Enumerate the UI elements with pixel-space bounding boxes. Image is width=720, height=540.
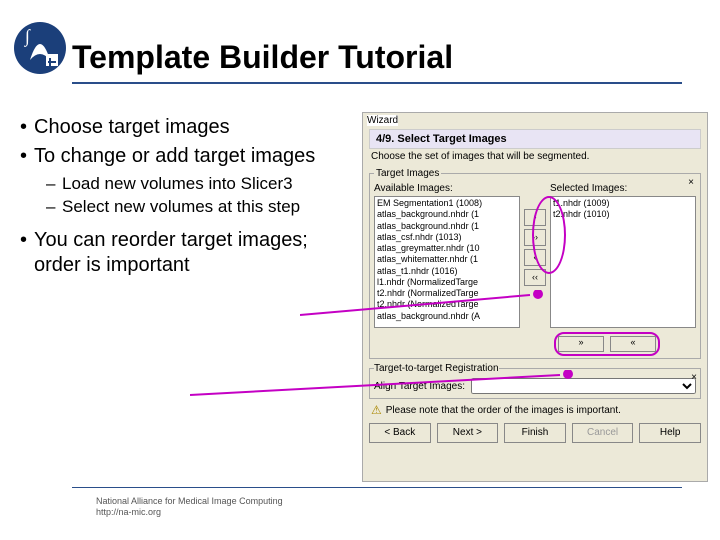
list-item[interactable]: t2.nhdr (NormalizedTarge xyxy=(377,288,517,299)
bullet-2a: Load new volumes into Slicer3 xyxy=(62,173,293,194)
available-list[interactable]: EM Segmentation1 (1008) atlas_background… xyxy=(374,196,520,328)
list-item[interactable]: atlas_t1.nhdr (1016) xyxy=(377,266,517,277)
list-item[interactable]: atlas_greymatter.nhdr (10 xyxy=(377,243,517,254)
footer-url: http://na-mic.org xyxy=(96,507,283,518)
move-down-button[interactable]: « xyxy=(610,336,656,352)
list-item[interactable]: t1.nhdr (1009) xyxy=(553,198,693,209)
align-label: Align Target Images: xyxy=(374,381,465,392)
footer: National Alliance for Medical Image Comp… xyxy=(96,496,283,519)
back-button[interactable]: < Back xyxy=(369,423,431,443)
selected-list[interactable]: t1.nhdr (1009) t2.nhdr (1010) xyxy=(550,196,696,328)
wizard-window-title: Wizard xyxy=(367,115,398,126)
list-item[interactable]: l1.nhdr (NormalizedTarge xyxy=(377,277,517,288)
title-divider xyxy=(72,82,682,84)
list-item[interactable]: t2.nhdr (1010) xyxy=(553,209,693,220)
cancel-button[interactable]: Cancel xyxy=(572,423,634,443)
bullet-3: You can reorder target images; order is … xyxy=(34,228,360,278)
available-label: Available Images: xyxy=(374,183,520,194)
warning-icon: ⚠ xyxy=(371,403,382,417)
target-images-legend: Target Images xyxy=(374,168,441,179)
footer-org: National Alliance for Medical Image Comp… xyxy=(96,496,283,507)
bullet-2: To change or add target images xyxy=(34,144,315,169)
collapse-icon[interactable]: × xyxy=(685,177,697,188)
reorder-buttons-highlight: » « xyxy=(554,332,660,356)
selected-label: Selected Images: xyxy=(550,183,696,194)
list-item[interactable]: atlas_csf.nhdr (1013) xyxy=(377,232,517,243)
order-note: ⚠ Please note that the order of the imag… xyxy=(371,403,699,417)
remove-all-button[interactable]: ‹‹ xyxy=(524,269,546,286)
registration-legend: Target-to-target Registration xyxy=(374,363,499,374)
add-all-button[interactable]: ›› xyxy=(524,229,546,246)
target-images-group: Target Images × Available Images: EM Seg… xyxy=(369,168,701,359)
registration-group: Target-to-target Registration × Align Ta… xyxy=(369,363,701,399)
slide-title: Template Builder Tutorial xyxy=(72,39,453,78)
wizard-step-desc: Choose the set of images that will be se… xyxy=(371,151,699,162)
wizard-panel: Wizard 4/9. Select Target Images Choose … xyxy=(362,112,708,482)
list-item[interactable]: t2.nhdr (NormalizedTarge xyxy=(377,299,517,310)
list-item[interactable]: atlas_whitematter.nhdr (1 xyxy=(377,254,517,265)
list-item[interactable]: EM Segmentation1 (1008) xyxy=(377,198,517,209)
move-up-button[interactable]: » xyxy=(558,336,604,352)
collapse-icon[interactable]: × xyxy=(691,372,697,383)
list-item[interactable]: atlas_background.nhdr (A xyxy=(377,311,517,322)
add-button[interactable]: › xyxy=(524,209,546,226)
list-item[interactable]: atlas_background.nhdr (1 xyxy=(377,209,517,220)
finish-button[interactable]: Finish xyxy=(504,423,566,443)
help-button[interactable]: Help xyxy=(639,423,701,443)
list-item[interactable]: atlas_background.nhdr (1 xyxy=(377,221,517,232)
align-select[interactable] xyxy=(471,378,696,394)
bullet-2b: Select new volumes at this step xyxy=(62,196,300,217)
footer-divider xyxy=(72,487,682,488)
next-button[interactable]: Next > xyxy=(437,423,499,443)
wizard-step-label: 4/9. Select Target Images xyxy=(369,129,701,149)
namic-logo-icon: ∫ xyxy=(10,18,70,78)
remove-button[interactable]: ‹ xyxy=(524,249,546,266)
note-text: Please note that the order of the images… xyxy=(386,405,621,416)
bullet-1: Choose target images xyxy=(34,115,230,140)
bullet-content: •Choose target images •To change or add … xyxy=(20,115,360,282)
